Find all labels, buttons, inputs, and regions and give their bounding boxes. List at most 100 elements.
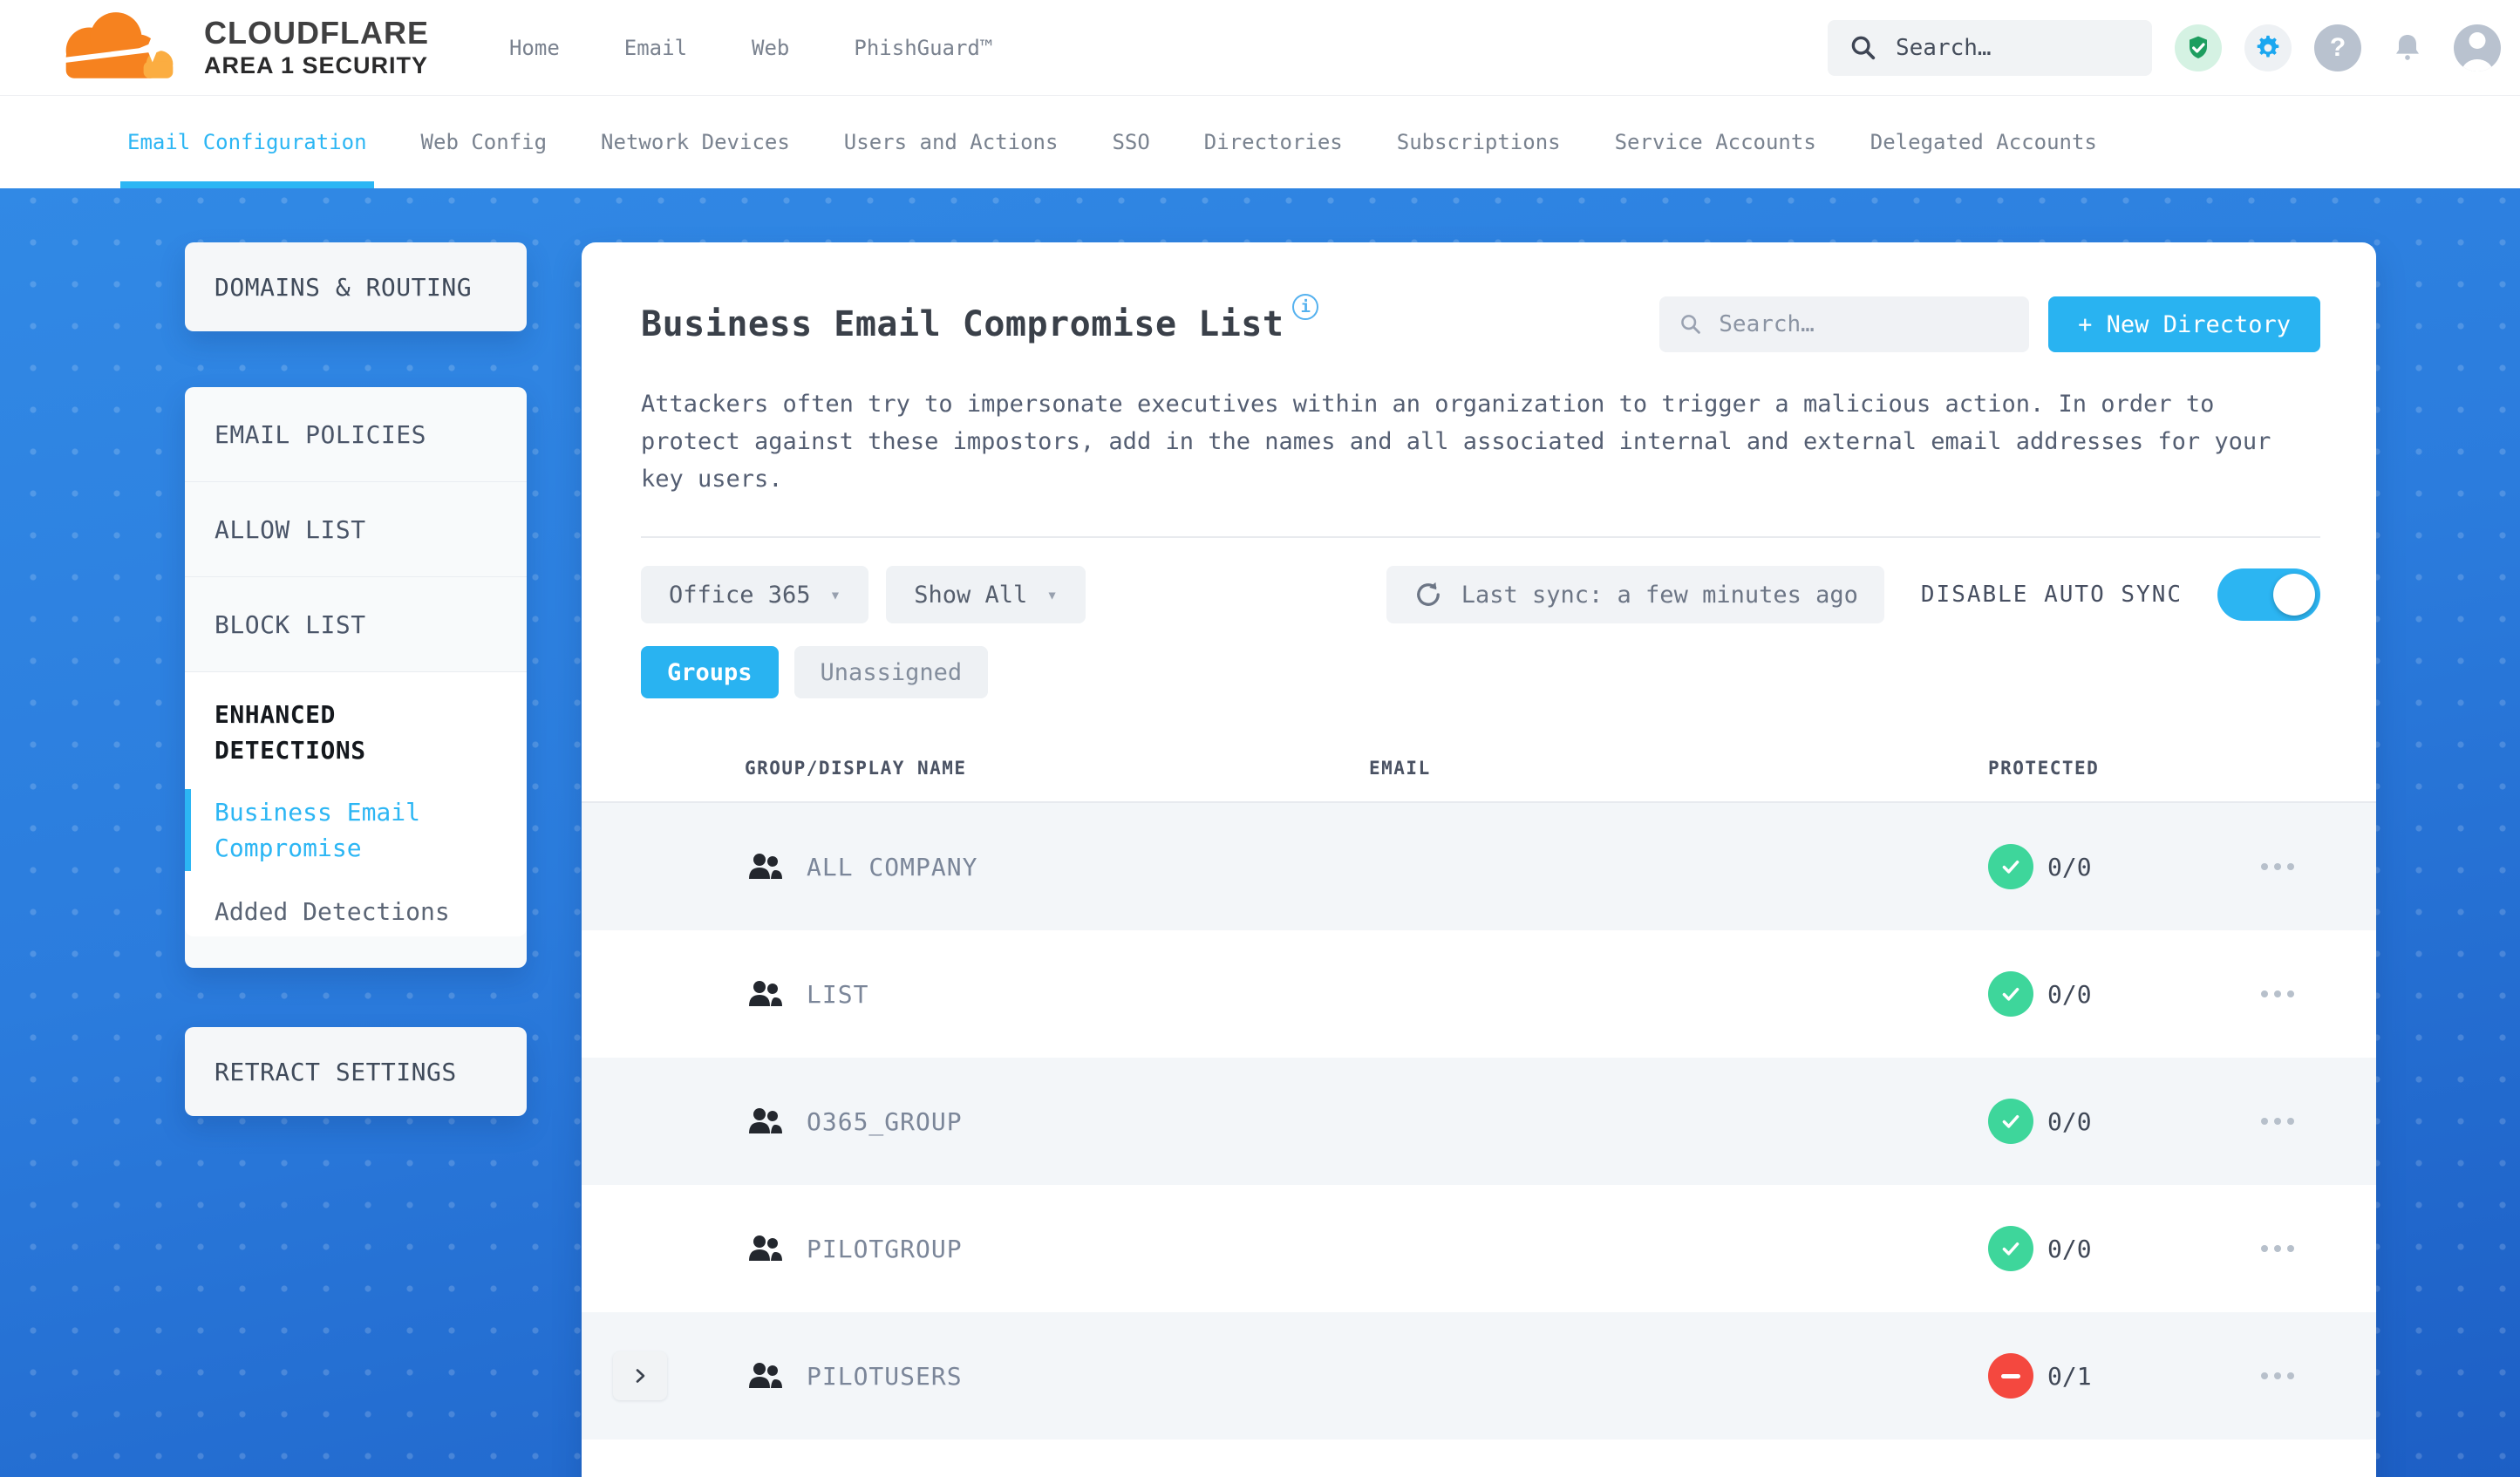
sidebar-item-added-detections[interactable]: Added Detections [185,894,527,936]
search-icon [1681,315,1700,334]
sidebar-policies-card: EMAIL POLICIES ALLOW LIST BLOCK LIST ENH… [185,387,527,968]
settings-button[interactable] [2244,24,2292,71]
notifications-button[interactable] [2384,24,2431,71]
global-search-input[interactable] [1896,34,2131,61]
group-name: O365_GROUP [807,1106,963,1136]
tab-groups[interactable]: Groups [641,646,779,698]
last-sync-text: Last sync: a few minutes ago [1461,581,1858,609]
tab-delegated-accounts[interactable]: Delegated Accounts [1870,96,2097,188]
group-people-icon [749,1108,782,1133]
show-filter-select[interactable]: Show All ▾ [886,566,1086,623]
protected-blocked-icon [1988,1353,2033,1399]
tab-directories[interactable]: Directories [1204,96,1343,188]
sidebar: DOMAINS & ROUTING EMAIL POLICIES ALLOW L… [185,242,527,1116]
brand-text: CLOUDFLARE AREA 1 SECURITY [204,14,429,80]
protected-count: 0/0 [2047,1106,2092,1136]
column-protected: PROTECTED [1988,758,2100,779]
chevron-down-icon: ▾ [1046,584,1058,605]
tab-network-devices[interactable]: Network Devices [601,96,790,188]
security-status-button[interactable] [2175,24,2222,71]
sidebar-enhanced-detections-section: ENHANCED DETECTIONS Business Email Compr… [185,672,527,936]
chevron-right-icon [636,1369,645,1383]
show-filter-value: Show All [914,581,1028,609]
protected-count: 0/0 [2047,852,2092,881]
row-menu-button[interactable] [2252,854,2303,879]
table-row[interactable]: PILOTUSERS 0/1 [582,1312,2376,1440]
brand-subname: AREA 1 SECURITY [204,51,429,78]
top-header: CLOUDFLARE AREA 1 SECURITY Home Email We… [0,0,2520,96]
group-tabs: Groups Unassigned [641,646,2320,698]
last-sync-button[interactable]: Last sync: a few minutes ago [1386,566,1884,623]
auto-sync-toggle[interactable] [2217,568,2320,621]
group-name: PILOTGROUP [807,1234,963,1263]
protected-ok-icon [1988,1099,2033,1144]
tab-sso[interactable]: SSO [1112,96,1149,188]
group-name: ALL COMPANY [807,852,978,881]
sidebar-item-enhanced-detections[interactable]: ENHANCED DETECTIONS [185,697,446,768]
table-row[interactable]: O365_GROUP 0/0 [582,1058,2376,1185]
protected-count: 0/1 [2047,1361,2092,1391]
panel-header: Business Email Compromise Listi + New Di… [582,242,2376,352]
search-icon [1851,36,1876,59]
global-search[interactable] [1828,19,2152,76]
refresh-icon [1416,582,1440,606]
table-row[interactable]: LIST 0/0 [582,930,2376,1058]
tab-email-configuration[interactable]: Email Configuration [120,96,374,188]
row-menu-button[interactable] [2252,982,2303,1006]
directory-select[interactable]: Office 365 ▾ [641,566,869,623]
row-menu-button[interactable] [2252,1109,2303,1133]
account-button[interactable] [2454,24,2501,71]
header-actions: ? [1828,19,2501,76]
sidebar-item-allow-list[interactable]: ALLOW LIST [185,482,527,577]
protected-count: 0/0 [2047,1234,2092,1263]
sidebar-item-retract-settings[interactable]: RETRACT SETTINGS [185,1027,527,1116]
group-people-icon [749,1363,782,1388]
group-people-icon [749,1235,782,1261]
chevron-down-icon: ▾ [829,584,841,605]
tab-web-config[interactable]: Web Config [421,96,548,188]
protected-ok-icon [1988,844,2033,889]
sidebar-item-email-policies[interactable]: EMAIL POLICIES [185,387,527,482]
page-title: Business Email Compromise List i [641,294,1319,344]
list-search-input[interactable] [1719,311,2011,337]
group-people-icon [749,981,782,1006]
row-menu-button[interactable] [2252,1364,2303,1388]
nav-web[interactable]: Web [752,36,789,60]
cloudflare-cloud-icon [60,11,174,78]
list-controls: Office 365 ▾ Show All ▾ Last sync: a few… [641,566,2320,623]
tab-users-and-actions[interactable]: Users and Actions [844,96,1059,188]
tab-service-accounts[interactable]: Service Accounts [1615,96,1816,188]
shield-check-icon [2190,36,2207,58]
help-button[interactable]: ? [2314,24,2361,71]
sidebar-item-block-list[interactable]: BLOCK LIST [185,577,527,672]
nav-email[interactable]: Email [624,36,687,60]
page-description: Attackers often try to impersonate execu… [641,391,2271,493]
primary-nav: Home Email Web PhishGuard™ [509,36,992,60]
main-panel: Business Email Compromise Listi + New Di… [582,242,2376,1477]
info-icon[interactable]: i [1292,294,1319,320]
tab-unassigned[interactable]: Unassigned [793,646,989,698]
protected-ok-icon [1988,1226,2033,1271]
new-directory-button[interactable]: + New Directory [2048,296,2320,352]
protected-ok-icon [1988,971,2033,1017]
tab-subscriptions[interactable]: Subscriptions [1397,96,1561,188]
group-name: LIST [807,979,869,1009]
nav-phishguard[interactable]: PhishGuard™ [854,36,992,60]
table-row[interactable]: PILOTGROUP 0/0 [582,1185,2376,1312]
gear-icon [2257,35,2279,57]
configuration-tabs: Email Configuration Web Config Network D… [0,96,2520,188]
protected-count: 0/0 [2047,979,2092,1009]
directory-select-value: Office 365 [669,581,811,609]
question-icon: ? [2329,32,2346,62]
sidebar-item-domains-routing[interactable]: DOMAINS & ROUTING [185,242,527,331]
expand-row-button[interactable] [613,1351,667,1400]
table-row[interactable]: ALL COMPANY 0/0 [582,803,2376,930]
section-divider [641,536,2320,538]
nav-home[interactable]: Home [509,36,560,60]
list-search[interactable] [1659,296,2030,352]
group-name: PILOTUSERS [807,1361,963,1391]
sidebar-item-business-email-compromise[interactable]: Business Email Compromise [185,789,464,871]
brand-logo[interactable]: CLOUDFLARE AREA 1 SECURITY [49,8,429,88]
brand-name: CLOUDFLARE [204,14,429,51]
row-menu-button[interactable] [2252,1236,2303,1261]
